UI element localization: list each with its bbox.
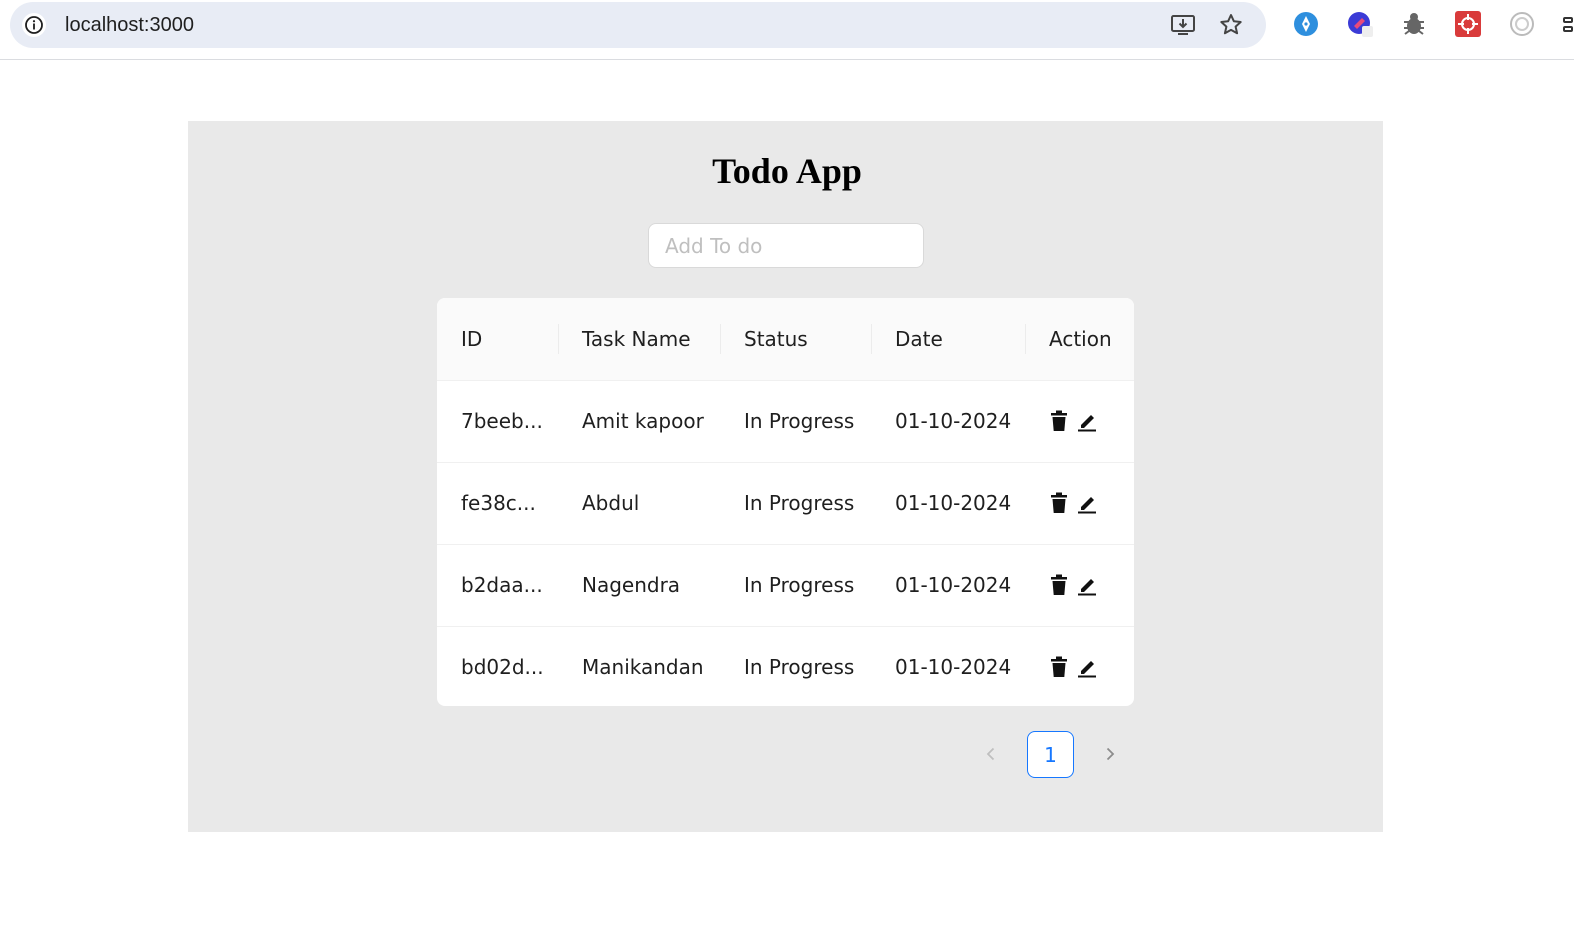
table-row: fe38c... Abdul In Progress 01-10-2024 (437, 462, 1134, 545)
cell-status: In Progress (720, 544, 871, 627)
extension-color-icon[interactable] (1346, 10, 1374, 38)
cell-status: In Progress (744, 655, 855, 680)
column-header-status: Status (720, 298, 871, 381)
pagination-next-button[interactable] (1096, 740, 1124, 768)
column-header-task-name: Task Name (558, 298, 720, 381)
column-header-date: Date (871, 298, 1025, 381)
site-info-icon[interactable] (22, 13, 46, 37)
table-row: bd02d... Manikandan In Progress 01-10-20… (437, 626, 1134, 706)
delete-icon[interactable] (1049, 410, 1069, 432)
pagination-prev-button[interactable] (977, 740, 1005, 768)
todo-table: ID Task Name Status Date Action 7beeb...… (437, 298, 1134, 706)
address-bar[interactable]: localhost:3000 (10, 2, 1266, 48)
edit-icon[interactable] (1077, 410, 1097, 432)
delete-icon[interactable] (1049, 656, 1069, 678)
browser-menu-icon[interactable] (1560, 10, 1574, 38)
install-app-icon[interactable] (1170, 12, 1196, 38)
pagination-page-1[interactable]: 1 (1027, 731, 1074, 778)
cell-task-name: Amit kapoor (558, 380, 720, 463)
cell-task-name: Nagendra (558, 544, 720, 627)
bookmark-star-icon[interactable] (1218, 12, 1244, 38)
cell-task-name: Abdul (558, 462, 720, 545)
cell-task-name: Manikandan (582, 655, 704, 680)
add-todo-input[interactable] (648, 223, 924, 268)
extension-circle-icon[interactable] (1508, 10, 1536, 38)
table-row: b2daa... Nagendra In Progress 01-10-2024 (437, 544, 1134, 627)
chevron-left-icon (986, 747, 995, 761)
column-header-id: ID (437, 298, 558, 381)
cell-id: fe38c... (437, 462, 558, 545)
cell-actions (1025, 544, 1134, 627)
cell-status: In Progress (720, 462, 871, 545)
edit-icon[interactable] (1077, 656, 1097, 678)
cell-date: 01-10-2024 (871, 544, 1025, 627)
cell-id: 7beeb... (437, 380, 558, 463)
column-header-action: Action (1025, 298, 1134, 381)
browser-toolbar: localhost:3000 (0, 0, 1574, 60)
cell-id: b2daa... (437, 544, 558, 627)
cell-actions (1025, 626, 1134, 706)
delete-icon[interactable] (1049, 574, 1069, 596)
cell-actions (1025, 462, 1134, 545)
cell-date: 01-10-2024 (895, 655, 1012, 680)
extension-pen-icon[interactable] (1292, 10, 1320, 38)
cell-date: 01-10-2024 (871, 462, 1025, 545)
cell-date: 01-10-2024 (871, 380, 1025, 463)
delete-icon[interactable] (1049, 492, 1069, 514)
table-row: 7beeb... Amit kapoor In Progress 01-10-2… (437, 380, 1134, 463)
edit-icon[interactable] (1077, 492, 1097, 514)
extension-bug-icon[interactable] (1400, 10, 1428, 38)
cell-id: bd02d... (461, 655, 544, 680)
cell-status: In Progress (720, 380, 871, 463)
url-text[interactable]: localhost:3000 (65, 14, 194, 37)
cell-actions (1025, 380, 1134, 463)
table-header-row: ID Task Name Status Date Action (437, 298, 1134, 381)
chevron-right-icon (1106, 747, 1115, 761)
extension-red-icon[interactable] (1454, 10, 1482, 38)
page-title: Todo App (712, 151, 862, 191)
edit-icon[interactable] (1077, 574, 1097, 596)
